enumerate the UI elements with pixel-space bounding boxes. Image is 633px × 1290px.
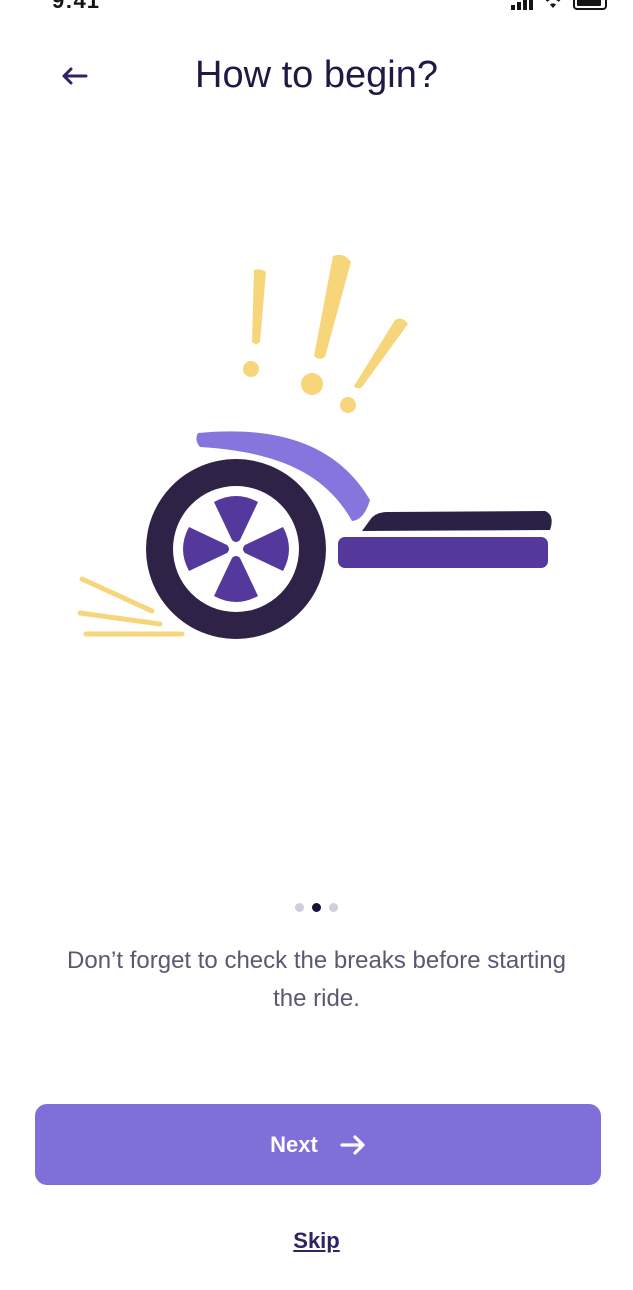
arrow-right-icon (340, 1134, 365, 1155)
skip-link[interactable]: Skip (0, 1228, 633, 1254)
pager-dot[interactable] (295, 903, 304, 912)
exclamation-marks (243, 254, 408, 413)
page-title: How to begin? (195, 54, 438, 96)
pager-dot[interactable] (329, 903, 338, 912)
pager-dot[interactable] (312, 903, 321, 912)
battery-icon (573, 0, 607, 10)
deck-base (338, 537, 548, 568)
next-button-label: Next (270, 1131, 318, 1157)
status-icons (511, 0, 607, 10)
status-bar: 9:41 (0, 0, 633, 20)
hoverboard-illustration (77, 254, 552, 639)
onboarding-description: Don’t forget to check the breaks before … (67, 947, 566, 1012)
deck-top (362, 511, 552, 531)
next-button[interactable]: Next (35, 1104, 601, 1185)
header: How to begin? (0, 40, 633, 112)
signal-icon (511, 0, 533, 10)
pager (0, 903, 633, 912)
wifi-icon (545, 0, 561, 8)
status-time: 9:41 (52, 0, 101, 13)
